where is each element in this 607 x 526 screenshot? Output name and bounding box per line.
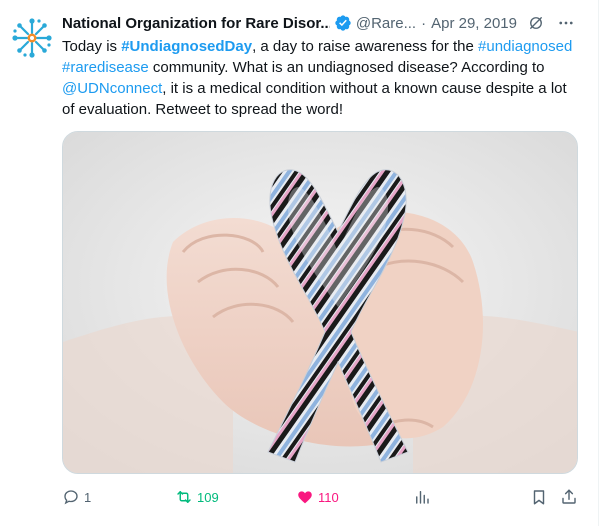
reply-icon xyxy=(64,490,78,505)
views-icon xyxy=(416,491,429,504)
mention-udnconnect[interactable]: @UDNconnect xyxy=(62,80,162,97)
author-name[interactable]: National Organization for Rare Disor... xyxy=(62,15,330,32)
hashtag-undiagnosed[interactable]: #undiagnosed xyxy=(478,38,572,55)
text-part: community. What is an undiagnosed diseas… xyxy=(148,59,545,76)
tweet-date[interactable]: Apr 29, 2019 xyxy=(431,15,517,32)
avatar[interactable] xyxy=(10,16,54,60)
action-bar: 1 109 110 xyxy=(62,486,582,510)
tweet[interactable]: National Organization for Rare Disor... … xyxy=(0,0,599,526)
hands-holding-zebra-ribbon-photo xyxy=(63,132,577,473)
reply-button[interactable]: 1 xyxy=(62,486,91,508)
more-icon[interactable] xyxy=(557,14,575,32)
tweet-header: National Organization for Rare Disor... … xyxy=(62,11,575,35)
share-button[interactable] xyxy=(560,486,578,508)
heart-icon xyxy=(298,491,312,504)
share-icon xyxy=(562,489,576,504)
tweet-media[interactable] xyxy=(62,131,578,474)
author-handle[interactable]: @Rare... xyxy=(356,15,416,32)
grok-icon[interactable] xyxy=(527,14,545,32)
hashtag-raredisease[interactable]: #raredisease xyxy=(62,59,149,76)
like-count: 110 xyxy=(318,489,339,505)
bookmark-icon xyxy=(533,490,545,505)
retweet-icon xyxy=(177,491,191,503)
separator-dot: · xyxy=(421,14,427,32)
bookmark-button[interactable] xyxy=(530,486,548,508)
text-part: Today is xyxy=(62,38,122,55)
tweet-text: Today is #UndiagnosedDay, a day to raise… xyxy=(62,36,582,120)
avatar-logo xyxy=(12,18,52,58)
reply-count: 1 xyxy=(84,489,92,505)
views-button[interactable] xyxy=(413,486,435,508)
retweet-button[interactable]: 109 xyxy=(175,486,219,508)
text-part: , a day to raise awareness for the xyxy=(252,38,479,55)
hashtag-undiagnosedday[interactable]: #UndiagnosedDay xyxy=(121,38,252,55)
verified-badge-icon xyxy=(335,15,351,31)
retweet-count: 109 xyxy=(197,489,219,505)
like-button[interactable]: 110 xyxy=(296,486,339,508)
